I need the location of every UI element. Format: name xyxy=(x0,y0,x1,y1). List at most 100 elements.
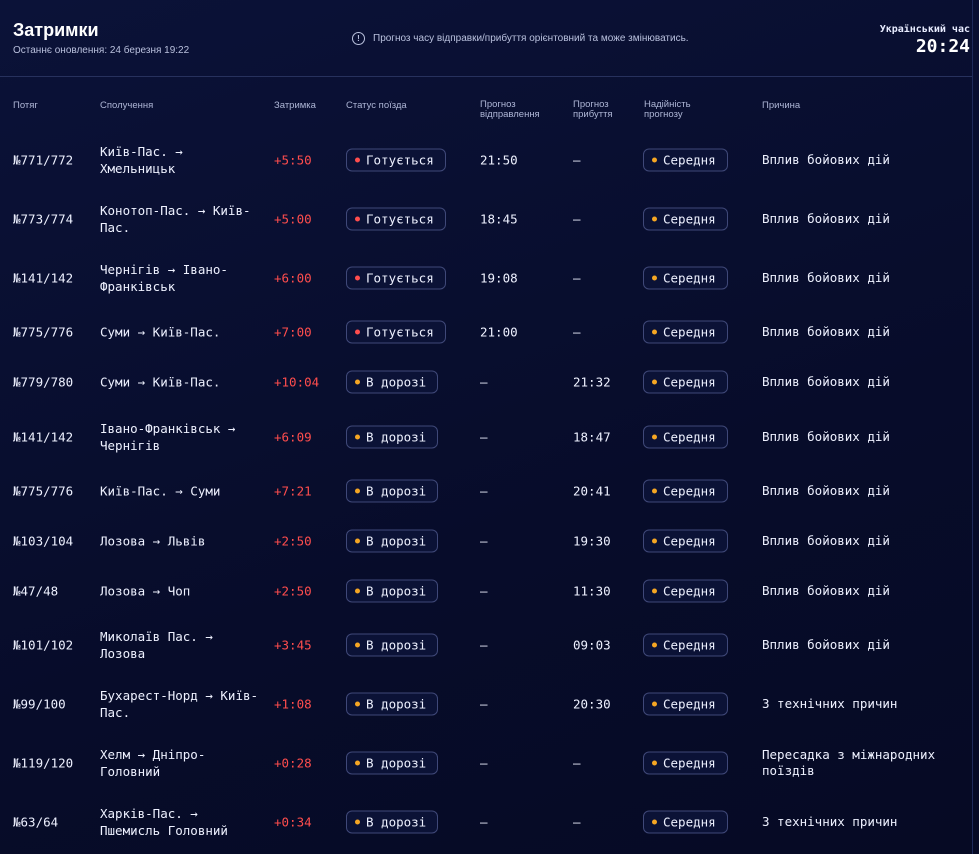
reliability-badge: Середня xyxy=(643,207,728,231)
column-header-arrival: Прогноз прибуття xyxy=(573,99,613,120)
train-number: №63/64 xyxy=(13,814,59,830)
train-status-cell: Готується xyxy=(346,320,446,344)
status-label: В дорозі xyxy=(366,696,427,712)
reliability-label: Середня xyxy=(663,696,716,712)
arrival-forecast: 11:30 xyxy=(573,583,611,599)
train-route: Чернігів → Івано-Франківськ xyxy=(100,262,228,294)
train-route: Лозова → Львів xyxy=(100,533,206,549)
departure-forecast: — xyxy=(480,429,488,445)
reliability-label: Середня xyxy=(663,429,716,445)
departure-forecast: — xyxy=(480,483,488,499)
forecast-reliability-cell: Середня xyxy=(643,633,728,657)
forecast-reliability-cell: Середня xyxy=(643,370,728,394)
forecast-notice-text: Прогноз часу відправки/прибуття орієнтов… xyxy=(373,33,689,44)
status-label: В дорозі xyxy=(366,814,427,830)
forecast-reliability-cell: Середня xyxy=(643,266,728,290)
train-status-cell: В дорозі xyxy=(346,529,439,553)
train-number: №119/120 xyxy=(13,755,74,771)
status-label: В дорозі xyxy=(366,583,427,599)
reliability-badge: Середня xyxy=(643,751,728,775)
train-number: №101/102 xyxy=(13,637,74,653)
reliability-dot-icon xyxy=(652,642,657,648)
status-badge: В дорозі xyxy=(346,751,439,775)
status-label: В дорозі xyxy=(366,483,427,499)
status-dot-icon xyxy=(355,819,360,825)
status-dot-icon xyxy=(355,760,360,766)
delay-value: +0:28 xyxy=(274,755,312,771)
reliability-badge: Середня xyxy=(643,633,728,657)
column-header-departure: Прогноз відправлення xyxy=(480,99,540,120)
reliability-dot-icon xyxy=(652,157,657,163)
delay-value: +0:34 xyxy=(274,814,312,830)
status-dot-icon xyxy=(355,216,360,222)
arrival-forecast: — xyxy=(573,814,581,830)
delays-panel: Затримки Останнє оновлення: 24 березня 1… xyxy=(0,0,973,854)
status-badge: Готується xyxy=(346,320,446,344)
train-number: №47/48 xyxy=(13,583,59,599)
reliability-badge: Середня xyxy=(643,148,728,172)
status-dot-icon xyxy=(355,488,360,494)
arrival-forecast: 21:32 xyxy=(573,374,611,390)
status-badge: В дорозі xyxy=(346,810,439,834)
departure-forecast: — xyxy=(480,814,488,830)
delay-reason: Вплив бойових дій xyxy=(762,533,890,548)
forecast-reliability-cell: Середня xyxy=(643,479,728,503)
arrival-forecast: 18:47 xyxy=(573,429,611,445)
arrival-forecast: 20:41 xyxy=(573,483,611,499)
reliability-dot-icon xyxy=(652,588,657,594)
train-number: №141/142 xyxy=(13,429,74,445)
delay-value: +6:09 xyxy=(274,429,312,445)
reliability-label: Середня xyxy=(663,152,716,168)
train-route: Конотоп-Пас. → Київ-Пас. xyxy=(100,203,251,235)
forecast-reliability-cell: Середня xyxy=(643,810,728,834)
status-dot-icon xyxy=(355,588,360,594)
reliability-dot-icon xyxy=(652,760,657,766)
delay-value: +2:50 xyxy=(274,583,312,599)
status-dot-icon xyxy=(355,379,360,385)
reliability-dot-icon xyxy=(652,379,657,385)
status-dot-icon xyxy=(355,329,360,335)
arrival-forecast: 20:30 xyxy=(573,696,611,712)
reliability-badge: Середня xyxy=(643,692,728,716)
reliability-label: Середня xyxy=(663,270,716,286)
reliability-badge: Середня xyxy=(643,479,728,503)
reliability-label: Середня xyxy=(663,583,716,599)
reliability-dot-icon xyxy=(652,216,657,222)
departure-forecast: — xyxy=(480,374,488,390)
reliability-dot-icon xyxy=(652,488,657,494)
delay-value: +6:00 xyxy=(274,270,312,286)
status-badge: В дорозі xyxy=(346,529,439,553)
delay-value: +10:04 xyxy=(274,374,320,390)
departure-forecast: — xyxy=(480,696,488,712)
page-title: Затримки xyxy=(13,20,99,40)
delay-value: +3:45 xyxy=(274,637,312,653)
forecast-reliability-cell: Середня xyxy=(643,529,728,553)
status-dot-icon xyxy=(355,642,360,648)
forecast-reliability-cell: Середня xyxy=(643,692,728,716)
column-header-delay: Затримка xyxy=(274,100,316,111)
status-badge: В дорозі xyxy=(346,633,439,657)
status-label: В дорозі xyxy=(366,533,427,549)
train-status-cell: В дорозі xyxy=(346,579,439,603)
train-route: Суми → Київ-Пас. xyxy=(100,324,221,340)
reliability-dot-icon xyxy=(652,538,657,544)
reliability-label: Середня xyxy=(663,374,716,390)
delay-reason: Пересадка з міжнародних поїздів xyxy=(762,747,936,778)
status-dot-icon xyxy=(355,538,360,544)
train-route: Харків-Пас. → Пшемисль Головний xyxy=(100,806,228,838)
arrival-forecast: — xyxy=(573,211,581,227)
delay-reason: Вплив бойових дій xyxy=(762,483,890,498)
delay-value: +5:00 xyxy=(274,211,312,227)
reliability-label: Середня xyxy=(663,211,716,227)
reliability-badge: Середня xyxy=(643,425,728,449)
status-badge: В дорозі xyxy=(346,692,439,716)
panel-header: Затримки Останнє оновлення: 24 березня 1… xyxy=(0,0,972,77)
train-number: №103/104 xyxy=(13,533,74,549)
column-header-train: Потяг xyxy=(13,100,38,111)
last-updated-text: Останнє оновлення: 24 березня 19:22 xyxy=(13,45,190,56)
status-dot-icon xyxy=(355,275,360,281)
status-badge: В дорозі xyxy=(346,370,439,394)
status-label: В дорозі xyxy=(366,429,427,445)
reliability-dot-icon xyxy=(652,329,657,335)
train-number: №99/100 xyxy=(13,696,66,712)
